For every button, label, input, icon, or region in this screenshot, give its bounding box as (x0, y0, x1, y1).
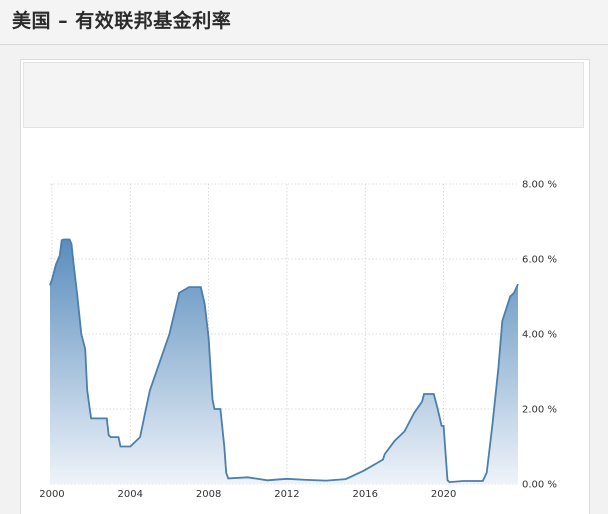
x-tick-labels: 2000 2004 2008 2012 2016 2020 (39, 489, 456, 500)
x-tick-label: 2000 (39, 489, 64, 500)
y-tick-labels: 0.00 % 2.00 % 4.00 % 6.00 % 8.00 % (522, 180, 557, 491)
y-tick-label: 2.00 % (522, 405, 557, 416)
y-tick-label: 8.00 % (522, 180, 557, 191)
chart-area: 2000 2004 2008 2012 2016 2020 0.00 % 2.00 % 4.0… (39, 180, 557, 501)
grid-lines (50, 183, 518, 485)
series-line (49, 238, 519, 484)
x-tick-label: 2004 (118, 489, 143, 500)
x-tick-label: 2016 (353, 489, 378, 500)
y-tick-label: 6.00 % (522, 255, 557, 266)
x-tick-label: 2020 (431, 489, 456, 500)
x-tick-label: 2012 (274, 489, 299, 500)
y-tick-label: 4.00 % (522, 330, 557, 341)
y-tick-label: 0.00 % (522, 480, 557, 491)
x-tick-label: 2008 (196, 489, 221, 500)
